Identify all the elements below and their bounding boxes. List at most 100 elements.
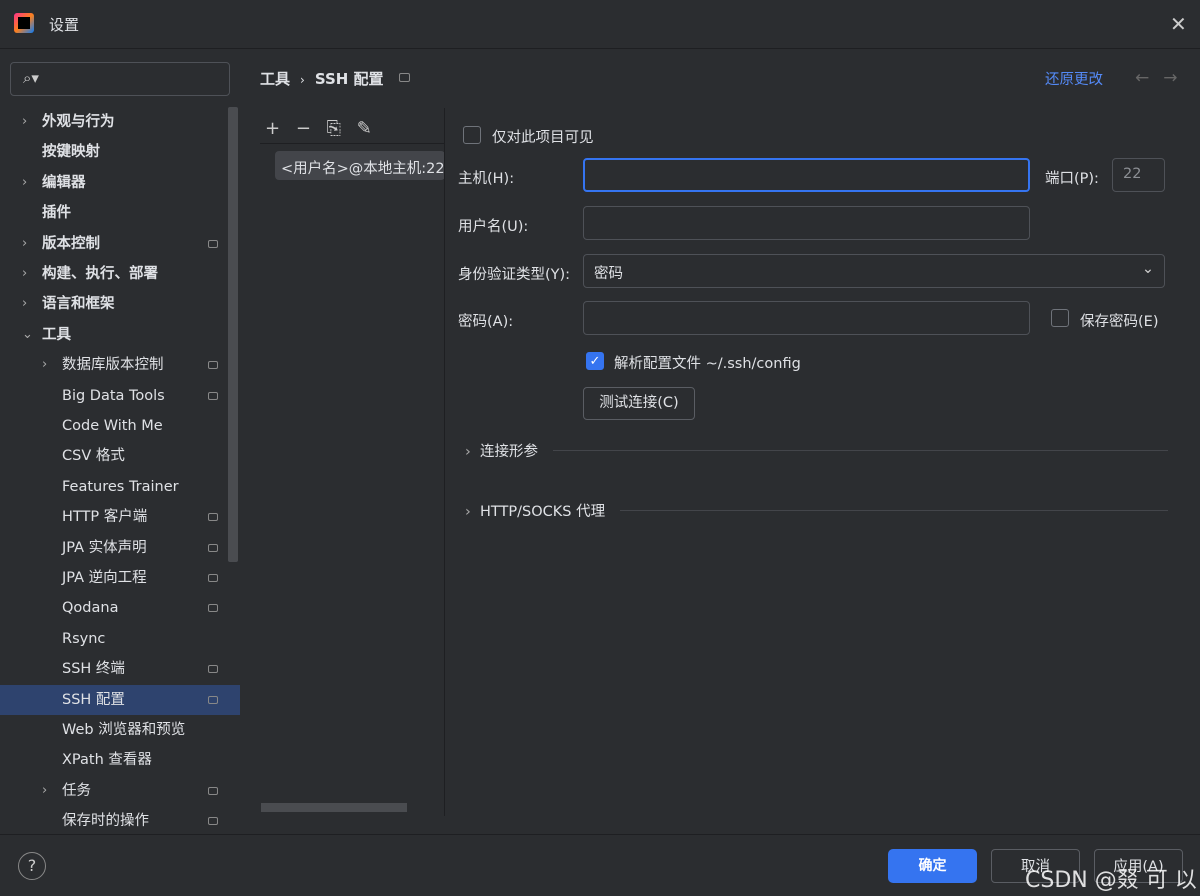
sidebar-item-label: Qodana bbox=[62, 600, 119, 617]
sidebar-item-label: Code With Me bbox=[62, 418, 163, 434]
sidebar-item[interactable]: › 外观与行为 bbox=[0, 107, 228, 137]
chevron-right-icon[interactable]: › bbox=[22, 229, 27, 259]
sidebar-item[interactable]: Code With Me bbox=[0, 411, 228, 441]
sidebar-item-label: 按键映射 bbox=[42, 144, 100, 161]
sidebar-item[interactable]: JPA 实体声明 bbox=[0, 533, 228, 563]
close-icon[interactable]: ✕ bbox=[1170, 12, 1187, 36]
list-toolbar: + − ⎘ ✎ bbox=[265, 118, 372, 139]
project-scope-icon bbox=[208, 665, 218, 674]
parse-config-label: 解析配置文件 ~/.ssh/config bbox=[614, 356, 801, 372]
chevron-right-icon[interactable]: › bbox=[42, 776, 47, 806]
sidebar-item[interactable]: › 构建、执行、部署 bbox=[0, 259, 228, 289]
chevron-right-icon[interactable]: › bbox=[22, 107, 27, 137]
sidebar-item[interactable]: ⌄ 工具 bbox=[0, 320, 228, 350]
sidebar-item[interactable]: › 编辑器 bbox=[0, 168, 228, 198]
remove-icon[interactable]: − bbox=[296, 118, 311, 139]
window-title: 设置 bbox=[49, 16, 80, 34]
list-horizontal-scrollbar[interactable] bbox=[261, 803, 407, 812]
port-input[interactable]: 22 bbox=[1112, 158, 1165, 192]
sidebar-item-label: 构建、执行、部署 bbox=[42, 266, 158, 282]
chevron-right-icon: › bbox=[465, 504, 471, 520]
project-scope-icon bbox=[208, 543, 218, 552]
project-scope-icon bbox=[208, 391, 218, 400]
sidebar-item-label: 外观与行为 bbox=[42, 114, 115, 130]
sidebar-item[interactable]: › 任务 bbox=[0, 776, 228, 806]
sidebar-item-label: 语言和框架 bbox=[42, 296, 115, 313]
copy-icon[interactable]: ⎘ bbox=[327, 118, 341, 139]
save-password-label: 保存密码(E) bbox=[1080, 314, 1159, 330]
connection-params-section[interactable]: › 连接形参 bbox=[465, 440, 1168, 461]
project-only-label: 仅对此项目可见 bbox=[492, 130, 594, 146]
ok-button[interactable]: 确定 bbox=[888, 849, 977, 883]
parse-config-checkbox[interactable]: ✓ bbox=[586, 352, 604, 370]
sidebar-item[interactable]: › 数据库版本控制 bbox=[0, 350, 228, 380]
project-only-checkbox[interactable] bbox=[463, 126, 481, 144]
sidebar-item[interactable]: HTTP 客户端 bbox=[0, 502, 228, 532]
project-scope-icon bbox=[208, 513, 218, 522]
project-scope-icon bbox=[208, 361, 218, 370]
chevron-right-icon[interactable]: › bbox=[42, 350, 47, 380]
breadcrumb: 工具 › SSH 配置 bbox=[260, 68, 394, 89]
ssh-config-list-item[interactable]: <用户名>@本地主机:22 bbox=[275, 151, 445, 180]
sidebar-item-label: XPath 查看器 bbox=[62, 752, 152, 769]
chevron-right-icon[interactable]: › bbox=[22, 289, 27, 319]
add-icon[interactable]: + bbox=[265, 118, 280, 139]
sidebar-item-label: SSH 配置 bbox=[62, 691, 125, 708]
username-input[interactable] bbox=[583, 206, 1030, 240]
back-arrow-icon[interactable]: ← bbox=[1135, 68, 1163, 88]
section-title: HTTP/SOCKS 代理 bbox=[480, 504, 606, 520]
chevron-right-icon[interactable]: › bbox=[22, 168, 27, 198]
sidebar-item[interactable]: JPA 逆向工程 bbox=[0, 563, 228, 593]
auth-type-select[interactable]: 密码 ⌄ bbox=[583, 254, 1165, 288]
sidebar-item[interactable]: Web 浏览器和预览 bbox=[0, 715, 228, 745]
sidebar-item[interactable]: Features Trainer bbox=[0, 472, 228, 502]
forward-arrow-icon[interactable]: → bbox=[1163, 68, 1191, 88]
sidebar-item[interactable]: 按键映射 bbox=[0, 137, 228, 167]
project-scope-icon bbox=[208, 604, 218, 613]
sidebar-item-label: 插件 bbox=[42, 205, 71, 222]
sidebar-item-label: JPA 逆向工程 bbox=[62, 570, 147, 586]
settings-tree: › 外观与行为 按键映射 › 编辑器 插件 › 版本控制 › 构建、执行、部署 › 语言和框架 ⌄ 工具 ›… bbox=[0, 107, 240, 834]
reset-changes-link[interactable]: 还原更改 bbox=[1045, 68, 1103, 89]
sidebar-item-label: 任务 bbox=[62, 782, 91, 799]
sidebar-item[interactable]: CSV 格式 bbox=[0, 441, 228, 471]
sidebar-item-label: Web 浏览器和预览 bbox=[62, 722, 186, 738]
sidebar-item[interactable]: Qodana bbox=[0, 593, 228, 623]
sidebar-item[interactable]: 插件 bbox=[0, 198, 228, 228]
sidebar-item[interactable]: › 语言和框架 bbox=[0, 289, 228, 319]
sidebar-item[interactable]: 保存时的操作 bbox=[0, 806, 228, 834]
sidebar-item[interactable]: › 版本控制 bbox=[0, 229, 228, 259]
project-scope-icon bbox=[208, 786, 218, 795]
sidebar-item[interactable]: Rsync bbox=[0, 624, 228, 654]
auth-type-label: 身份验证类型(Y): bbox=[458, 267, 571, 283]
chevron-right-icon[interactable]: › bbox=[22, 259, 27, 289]
project-scope-icon bbox=[208, 695, 218, 704]
help-button[interactable]: ? bbox=[18, 852, 46, 880]
search-input[interactable]: ⌕▾ bbox=[10, 62, 230, 96]
proxy-section[interactable]: › HTTP/SOCKS 代理 bbox=[465, 500, 1168, 521]
username-label: 用户名(U): bbox=[458, 219, 529, 235]
sidebar-scrollbar[interactable] bbox=[228, 107, 238, 562]
sidebar-item[interactable]: XPath 查看器 bbox=[0, 745, 228, 775]
sidebar-item-label: CSV 格式 bbox=[62, 448, 125, 465]
project-scope-icon bbox=[208, 817, 218, 826]
chevron-right-icon: › bbox=[465, 444, 471, 460]
sidebar-item-label: 工具 bbox=[42, 326, 71, 343]
app-logo-icon bbox=[14, 13, 34, 33]
password-input[interactable] bbox=[583, 301, 1030, 335]
sidebar-item[interactable]: SSH 终端 bbox=[0, 654, 228, 684]
test-connection-button[interactable]: 测试连接(C) bbox=[583, 387, 695, 420]
edit-icon[interactable]: ✎ bbox=[357, 118, 372, 139]
sidebar-item[interactable]: SSH 配置 bbox=[0, 684, 240, 715]
auth-type-value: 密码 bbox=[594, 266, 623, 282]
sidebar-item-label: JPA 实体声明 bbox=[62, 539, 147, 556]
project-scope-icon bbox=[208, 574, 218, 582]
save-password-checkbox[interactable] bbox=[1051, 309, 1069, 327]
sidebar-item-label: 保存时的操作 bbox=[62, 813, 149, 830]
host-input[interactable] bbox=[583, 158, 1030, 192]
breadcrumb-tools[interactable]: 工具 bbox=[260, 70, 290, 88]
chevron-down-icon[interactable]: ⌄ bbox=[22, 320, 33, 350]
watermark: CSDN @叕 可 以 bbox=[1025, 868, 1197, 893]
sidebar-item[interactable]: Big Data Tools bbox=[0, 381, 228, 411]
divider bbox=[260, 143, 444, 144]
